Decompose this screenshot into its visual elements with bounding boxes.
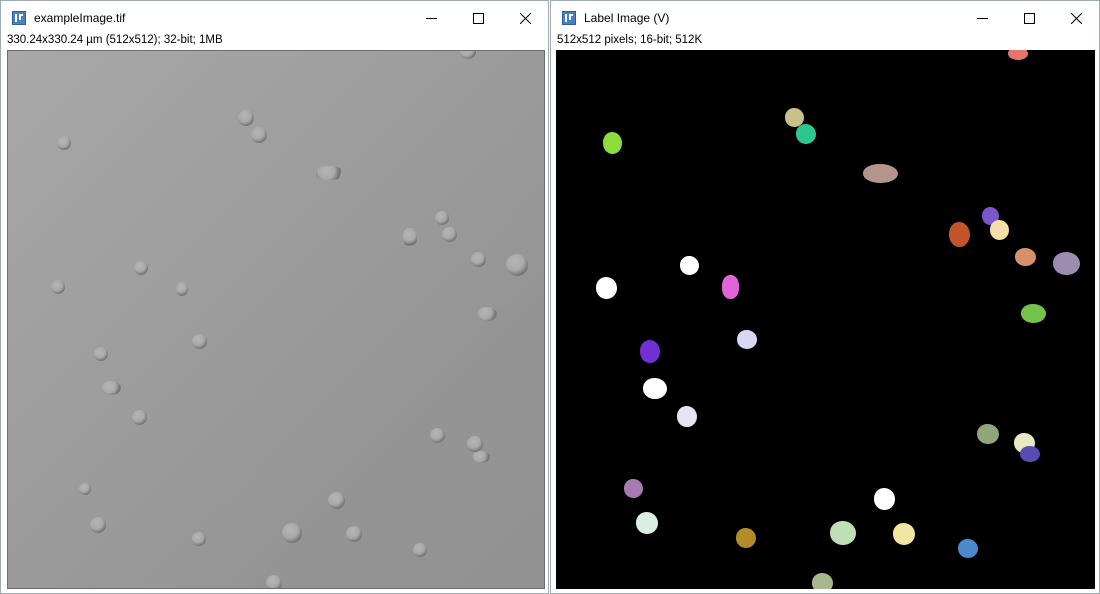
label-region: [812, 573, 833, 589]
label-region: [643, 378, 667, 399]
label-region: [1008, 50, 1028, 60]
cell: [430, 428, 445, 443]
label-region: [737, 330, 757, 349]
title-bar[interactable]: exampleImage.tif: [1, 1, 548, 35]
cell: [238, 110, 254, 126]
cell: [94, 347, 108, 361]
maximize-icon: [472, 12, 484, 24]
cell: [460, 51, 476, 59]
maximize-icon: [1023, 12, 1035, 24]
image-window-original[interactable]: exampleImage.tif 330.24x330.24 µm (512x5…: [0, 0, 549, 594]
minimize-button[interactable]: [959, 1, 1005, 35]
cell: [472, 451, 490, 463]
label-region: [640, 340, 660, 363]
cell: [316, 166, 342, 180]
cell: [471, 252, 486, 267]
image-info: 512x512 pixels; 16-bit; 512K: [557, 34, 703, 46]
label-region: [958, 539, 978, 558]
cell: [467, 436, 483, 452]
window-title: exampleImage.tif: [34, 11, 126, 25]
label-region: [1053, 252, 1080, 275]
cell: [176, 282, 188, 296]
label-region: [830, 521, 856, 545]
label-region: [736, 528, 756, 548]
cell: [442, 227, 457, 242]
minimize-icon: [425, 17, 437, 19]
cell: [192, 532, 206, 546]
label-canvas[interactable]: [556, 50, 1095, 589]
cell: [251, 127, 267, 143]
cell: [266, 575, 282, 588]
cell: [477, 307, 497, 321]
cell: [282, 523, 302, 543]
label-region: [1021, 304, 1046, 323]
title-bar[interactable]: Label Image (V): [551, 1, 1099, 35]
label-region: [949, 222, 970, 247]
imagej-icon: [12, 11, 26, 25]
label-region: [636, 512, 658, 534]
label-region: [1020, 446, 1040, 462]
cell: [132, 410, 147, 425]
cell: [57, 136, 71, 150]
cell: [90, 517, 106, 533]
minimize-button[interactable]: [408, 1, 454, 35]
cell: [328, 492, 345, 509]
label-region: [624, 479, 643, 498]
label-region: [977, 424, 999, 444]
image-canvas[interactable]: [7, 50, 545, 589]
label-region: [596, 277, 617, 299]
maximize-button[interactable]: [1006, 1, 1052, 35]
cell: [134, 261, 148, 275]
label-region: [893, 523, 915, 545]
cell: [192, 334, 207, 349]
cell: [101, 381, 121, 395]
cell: [506, 254, 528, 276]
close-icon: [519, 12, 531, 24]
label-region: [874, 488, 895, 510]
close-button[interactable]: [502, 1, 548, 35]
cell: [346, 526, 362, 542]
close-button[interactable]: [1053, 1, 1099, 35]
label-region: [796, 124, 816, 144]
minimize-icon: [976, 17, 988, 19]
label-region: [990, 220, 1009, 240]
label-region: [722, 275, 739, 299]
label-region: [1015, 248, 1036, 266]
label-region: [677, 406, 697, 427]
window-title: Label Image (V): [584, 11, 670, 25]
cell: [413, 543, 427, 557]
close-icon: [1070, 12, 1082, 24]
cell: [403, 228, 417, 246]
cell: [435, 211, 449, 225]
label-region: [680, 256, 699, 275]
cell: [79, 483, 91, 495]
label-region: [863, 164, 898, 183]
cell: [51, 280, 65, 294]
imagej-icon: [562, 11, 576, 25]
maximize-button[interactable]: [455, 1, 501, 35]
image-info: 330.24x330.24 µm (512x512); 32-bit; 1MB: [7, 34, 223, 46]
image-window-labels[interactable]: Label Image (V) 512x512 pixels; 16-bit; …: [550, 0, 1100, 594]
label-region: [603, 132, 622, 154]
